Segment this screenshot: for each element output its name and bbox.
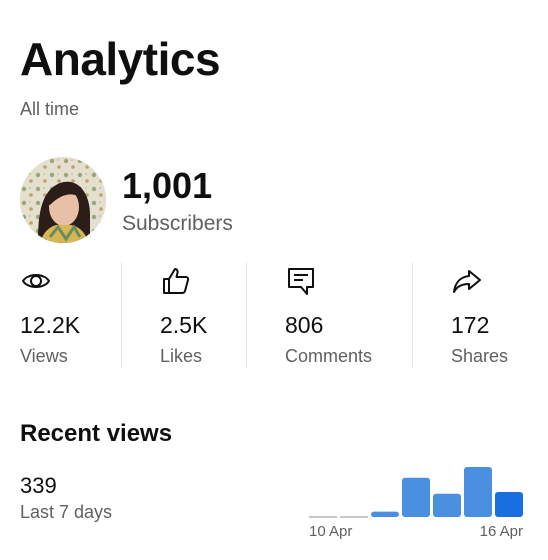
recent-views-period: Last 7 days <box>20 502 113 522</box>
chart-bar-1 <box>340 516 368 518</box>
share-arrow-icon <box>451 265 483 297</box>
avatar-image <box>20 157 106 243</box>
stat-value: 12.2K <box>20 312 81 338</box>
subscriber-label: Subscribers <box>122 212 233 235</box>
chart-bar-5 <box>464 467 492 517</box>
chart-bar-0 <box>309 516 337 518</box>
recent-views-title: Recent views <box>20 420 173 447</box>
period-label[interactable]: All time <box>20 99 79 120</box>
eye-icon <box>20 265 52 297</box>
stat-comments[interactable]: 806 Comments <box>285 262 405 368</box>
recent-views-chart[interactable]: 10 Apr 16 Apr <box>305 455 530 550</box>
x-tick-label: 16 Apr <box>480 523 523 540</box>
stat-label: Comments <box>285 346 373 366</box>
stat-value: 172 <box>451 312 490 338</box>
recent-views-value: 339 <box>20 473 57 498</box>
comment-icon <box>285 265 317 297</box>
stat-views[interactable]: 12.2K Views <box>20 262 115 368</box>
stat-shares[interactable]: 172 Shares <box>451 262 531 368</box>
thumbs-up-icon <box>160 265 192 297</box>
page-title: Analytics <box>20 33 221 85</box>
stats-row: 12.2K Views 2.5K Likes 806 Comments 172 … <box>0 262 548 368</box>
stat-label: Views <box>20 346 68 366</box>
chart-bar-6 <box>495 492 523 517</box>
chart-bar-3 <box>402 477 430 517</box>
stat-label: Likes <box>160 346 203 366</box>
stat-value: 2.5K <box>160 312 208 338</box>
stat-value: 806 <box>285 312 324 338</box>
chart-bar-4 <box>433 493 461 517</box>
channel-avatar[interactable] <box>20 157 106 243</box>
x-tick-label: 10 Apr <box>309 523 352 540</box>
chart-bar-2 <box>371 511 399 517</box>
chart-canvas: 10 Apr 16 Apr <box>309 467 523 540</box>
stat-label: Shares <box>451 346 509 366</box>
subscriber-count: 1,001 <box>122 165 213 206</box>
stat-likes[interactable]: 2.5K Likes <box>160 262 240 368</box>
